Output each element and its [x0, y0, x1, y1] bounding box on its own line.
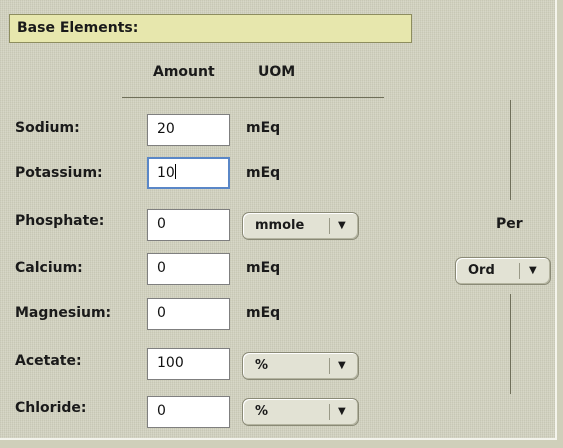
section-header: Base Elements:	[9, 14, 412, 43]
chloride-label: Chloride:	[15, 400, 87, 416]
sodium-amount-input[interactable]: 20	[147, 114, 230, 146]
calcium-amount-value: 0	[157, 260, 166, 276]
acetate-uom-dropdown[interactable]: % ▼	[242, 352, 359, 380]
per-selected: Ord	[468, 263, 495, 278]
triangle-down-icon: ▼	[338, 406, 346, 417]
triangle-down-icon: ▼	[338, 220, 346, 231]
per-dropdown[interactable]: Ord ▼	[455, 257, 551, 285]
acetate-label: Acetate:	[15, 353, 82, 369]
potassium-uom: mEq	[246, 165, 281, 181]
magnesium-amount-value: 0	[157, 305, 166, 321]
phosphate-amount-input[interactable]: 0	[147, 209, 230, 241]
section-title: Base Elements:	[17, 20, 139, 36]
dropdown-separator	[519, 263, 520, 279]
triangle-down-icon: ▼	[338, 360, 346, 371]
chloride-amount-value: 0	[157, 403, 166, 419]
per-divider-top	[510, 100, 511, 200]
calcium-label: Calcium:	[15, 260, 83, 276]
acetate-amount-value: 100	[157, 355, 184, 371]
potassium-amount-input[interactable]: 10	[147, 157, 230, 189]
sodium-amount-value: 20	[157, 121, 175, 137]
phosphate-label: Phosphate:	[15, 213, 105, 229]
uom-column-header: UOM	[258, 64, 296, 80]
magnesium-label: Magnesium:	[15, 305, 112, 321]
magnesium-uom: mEq	[246, 305, 281, 321]
per-divider-bottom	[510, 294, 511, 394]
header-divider	[122, 97, 384, 98]
phosphate-amount-value: 0	[157, 216, 166, 232]
potassium-label: Potassium:	[15, 165, 103, 181]
chloride-amount-input[interactable]: 0	[147, 396, 230, 428]
text-caret	[174, 164, 176, 179]
dropdown-separator	[329, 358, 330, 374]
magnesium-amount-input[interactable]: 0	[147, 298, 230, 330]
chloride-uom-selected: %	[255, 404, 269, 419]
acetate-uom-selected: %	[255, 358, 269, 373]
phosphate-uom-dropdown[interactable]: mmole ▼	[242, 212, 359, 240]
sodium-uom: mEq	[246, 120, 281, 136]
triangle-down-icon: ▼	[529, 265, 537, 276]
amount-column-header: Amount	[153, 64, 215, 80]
base-elements-panel: Base Elements: Amount UOM Sodium: 20 mEq…	[0, 0, 557, 440]
dropdown-separator	[329, 218, 330, 234]
dropdown-separator	[329, 404, 330, 420]
sodium-label: Sodium:	[15, 120, 80, 136]
potassium-amount-value: 10	[157, 165, 175, 181]
acetate-amount-input[interactable]: 100	[147, 348, 230, 380]
phosphate-uom-selected: mmole	[255, 218, 305, 233]
per-label: Per	[496, 216, 523, 232]
chloride-uom-dropdown[interactable]: % ▼	[242, 398, 359, 426]
calcium-uom: mEq	[246, 260, 281, 276]
calcium-amount-input[interactable]: 0	[147, 253, 230, 285]
